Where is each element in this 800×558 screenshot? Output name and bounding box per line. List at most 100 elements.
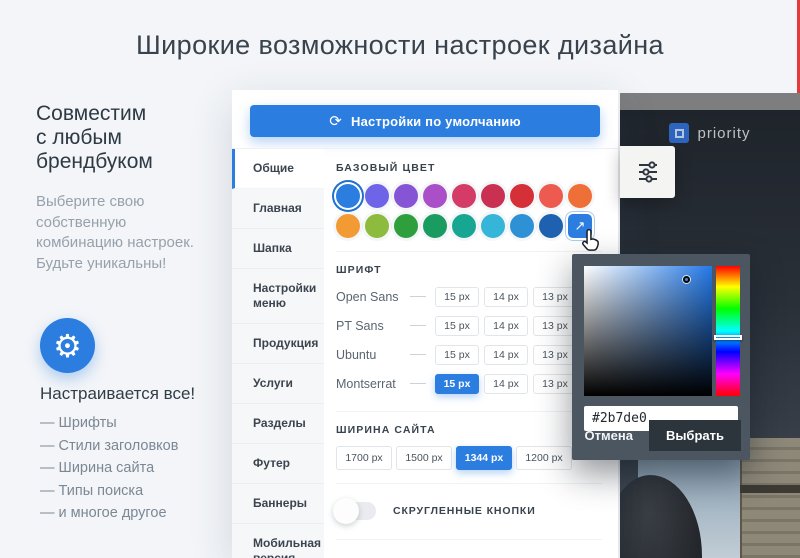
font-size-button-selected[interactable]: 15 px (435, 374, 479, 394)
photo-shelf-band (740, 485, 800, 493)
toggle-knob[interactable] (333, 498, 359, 524)
font-name: Open Sans (336, 290, 410, 304)
font-name: Ubuntu (336, 348, 410, 362)
font-name: Montserrat (336, 377, 410, 391)
font-row-open-sans: Open Sans 15 px 14 px 13 px (336, 282, 602, 311)
tab-banners[interactable]: Баннеры (232, 484, 324, 524)
color-swatch[interactable] (568, 184, 592, 208)
site-width-label: ШИРИНА САЙТА (336, 424, 602, 436)
swatch-row-1 (336, 184, 602, 208)
reset-defaults-button[interactable]: ⟳ Настройки по умолчанию (250, 105, 600, 137)
color-swatch[interactable] (394, 214, 418, 238)
font-size-button[interactable]: 15 px (435, 316, 479, 336)
dash (410, 383, 426, 384)
color-swatch[interactable] (365, 214, 389, 238)
rounded-buttons-toggle[interactable] (336, 502, 376, 520)
tab-sections[interactable]: Разделы (232, 404, 324, 444)
picker-choose-button[interactable]: Выбрать (649, 420, 741, 451)
font-size-button[interactable]: 14 px (484, 345, 528, 365)
site-logo-icon (669, 123, 689, 143)
refresh-icon: ⟳ (329, 112, 342, 130)
font-row-montserrat: Montserrat 15 px 14 px 13 px (336, 369, 602, 398)
font-size-button[interactable]: 13 px (533, 316, 577, 336)
divider (336, 411, 602, 412)
color-swatch[interactable] (510, 184, 534, 208)
font-size-button[interactable]: 14 px (484, 316, 528, 336)
tab-products[interactable]: Продукция (232, 324, 324, 364)
color-swatch[interactable] (539, 184, 563, 208)
color-picker-popup: Отмена Выбрать (572, 254, 750, 460)
tab-mobile-version[interactable]: Мобильная версия (232, 524, 324, 558)
intro-heading: Совместим с любым брендбуком (36, 102, 226, 174)
color-swatch[interactable] (394, 184, 418, 208)
tab-home[interactable]: Главная (232, 189, 324, 229)
width-option-1200[interactable]: 1200 px (516, 446, 572, 470)
tab-header[interactable]: Шапка (232, 229, 324, 269)
divider (336, 251, 602, 252)
divider (336, 539, 602, 540)
picker-cancel-button[interactable]: Отмена (573, 421, 645, 450)
sliders-icon (634, 158, 662, 186)
font-row-ubuntu: Ubuntu 15 px 14 px 13 px (336, 340, 602, 369)
tab-general[interactable]: Общие (232, 149, 324, 189)
settings-tabs: Общие Главная Шапка Настройки меню Проду… (232, 149, 324, 558)
site-width-options: 1700 px 1500 px 1344 px 1200 px (336, 446, 602, 470)
color-swatch[interactable] (423, 184, 447, 208)
gear-glyph: ⚙ (53, 330, 82, 362)
width-option-1344-selected[interactable]: 1344 px (456, 446, 512, 470)
panel-body: Общие Главная Шапка Настройки меню Проду… (232, 148, 618, 558)
color-swatch[interactable] (452, 184, 476, 208)
page-title: Широкие возможности настроек дизайна (0, 30, 800, 61)
color-picker-arrow-icon: ↗ (575, 218, 586, 234)
color-swatch[interactable] (481, 214, 505, 238)
font-size-button[interactable]: 14 px (484, 374, 528, 394)
dash (410, 354, 426, 355)
intro-column: Совместим с любым брендбуком Выберите св… (36, 102, 226, 274)
tab-menu-settings[interactable]: Настройки меню (232, 269, 324, 324)
feature-item: — Стили заголовков (40, 435, 178, 458)
rounded-buttons-label: СКРУГЛЕННЫЕ КНОПКИ (393, 505, 536, 517)
color-swatch[interactable] (481, 184, 505, 208)
font-size-button[interactable]: 13 px (533, 374, 577, 394)
feature-item: — и многое другое (40, 502, 178, 525)
divider (336, 483, 602, 484)
width-option-1500[interactable]: 1500 px (396, 446, 452, 470)
saturation-value-field[interactable] (584, 266, 712, 396)
hue-slider[interactable] (716, 266, 740, 396)
color-swatch[interactable] (336, 214, 360, 238)
dash (410, 296, 426, 297)
tab-footer[interactable]: Футер (232, 444, 324, 484)
sv-marker[interactable] (683, 276, 690, 283)
settings-panel: ⟳ Настройки по умолчанию Общие Главная Ш… (232, 90, 618, 558)
color-swatch[interactable] (365, 184, 389, 208)
color-swatch[interactable] (452, 214, 476, 238)
width-option-1700[interactable]: 1700 px (336, 446, 392, 470)
tab-services[interactable]: Услуги (232, 364, 324, 404)
feature-item: — Типы поиска (40, 480, 178, 503)
custom-color-button[interactable]: ↗ (568, 214, 592, 238)
photo-topbar (620, 93, 800, 110)
color-swatch[interactable] (539, 214, 563, 238)
font-size-button[interactable]: 15 px (435, 287, 479, 307)
site-logo-text: priority (697, 125, 750, 142)
features-list: — Шрифты — Стили заголовков — Ширина сай… (40, 412, 178, 525)
open-settings-filter-button[interactable] (620, 146, 675, 198)
features-heading: Настраивается все! (40, 384, 240, 404)
feature-item: — Шрифты (40, 412, 178, 435)
hue-slider-handle[interactable] (714, 335, 742, 340)
site-logo: priority (620, 123, 800, 143)
font-size-button[interactable]: 14 px (484, 287, 528, 307)
color-swatch[interactable] (510, 214, 534, 238)
swatch-row-2: ↗ (336, 214, 602, 238)
font-size-button[interactable]: 13 px (533, 287, 577, 307)
color-swatch[interactable] (423, 214, 447, 238)
color-swatch[interactable] (336, 184, 360, 208)
font-row-pt-sans: PT Sans 15 px 14 px 13 px (336, 311, 602, 340)
reset-defaults-label: Настройки по умолчанию (351, 114, 521, 129)
dash (410, 325, 426, 326)
base-color-label: БАЗОВЫЙ ЦВЕТ (336, 162, 602, 174)
gear-icon: ⚙ (40, 318, 95, 373)
font-size-button[interactable]: 15 px (435, 345, 479, 365)
page: Широкие возможности настроек дизайна Сов… (0, 0, 800, 558)
font-size-button[interactable]: 13 px (533, 345, 577, 365)
